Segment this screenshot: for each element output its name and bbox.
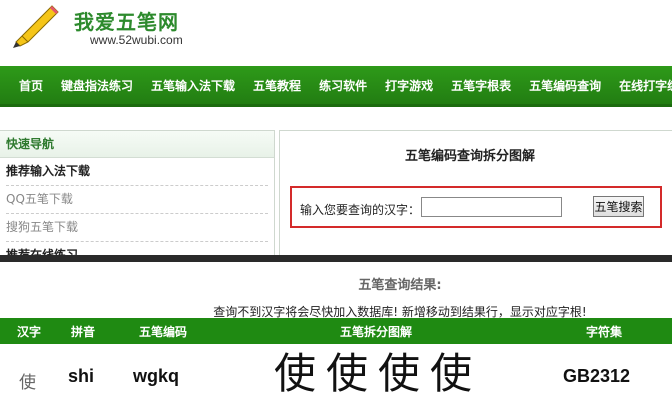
result-pinyin: shi [68, 366, 95, 386]
nav-item-keyboard-practice[interactable]: 键盘指法练习 [53, 77, 141, 94]
sidebar-title: 快速导航 [0, 131, 274, 158]
sidebar-link-qq-wubi[interactable]: QQ五笔下载 [6, 186, 268, 214]
search-label: 输入您要查询的汉字： [300, 203, 421, 217]
nav-item-code-lookup[interactable]: 五笔编码查询 [521, 77, 609, 94]
section-divider [0, 255, 672, 262]
search-input[interactable] [421, 197, 562, 217]
nav-item-root-table[interactable]: 五笔字根表 [443, 77, 519, 94]
lookup-panel: 五笔编码查询拆分图解 输入您要查询的汉字： 五笔搜索 [279, 130, 672, 257]
column-header-charset: 字符集 [586, 325, 623, 339]
site-url[interactable]: www.52wubi.com [90, 33, 183, 47]
site-header: 我爱五笔网 www.52wubi.com [0, 0, 672, 66]
decomp-glyph-1: 使 [274, 349, 316, 396]
panel-title: 五笔编码查询拆分图解 [404, 149, 535, 164]
column-header-char: 汉字 [17, 325, 42, 339]
decomp-glyph-4: 使 [430, 349, 472, 396]
search-button[interactable]: 五笔搜索 [593, 196, 644, 217]
column-header-pinyin: 拼音 [71, 325, 96, 339]
results-heading: 五笔查询结果: [358, 278, 442, 293]
quick-nav-sidebar: 快速导航 推荐输入法下载 QQ五笔下载 搜狗五笔下载 推荐在线练习 [0, 130, 275, 257]
nav-item-tutorial[interactable]: 五笔教程 [245, 77, 309, 94]
nav-item-software[interactable]: 练习软件 [311, 77, 375, 94]
table-row: 使 shi wgkq 使 使 使 使 GB2312 [0, 346, 672, 402]
search-form: 输入您要查询的汉字： 五笔搜索 [290, 186, 662, 228]
sidebar-link-recommended-ime[interactable]: 推荐输入法下载 [6, 158, 268, 186]
column-header-code: 五笔编码 [139, 325, 188, 339]
result-charset: GB2312 [563, 366, 631, 386]
sidebar-link-sogou-wubi[interactable]: 搜狗五笔下载 [6, 214, 268, 242]
decomp-glyph-2: 使 [326, 349, 368, 396]
decomp-glyph-3: 使 [378, 349, 420, 396]
nav-item-typing-games[interactable]: 打字游戏 [377, 77, 441, 94]
pencil-logo-icon[interactable] [10, 2, 60, 50]
nav-item-online-typing[interactable]: 在线打字练 [611, 77, 672, 94]
decomposition-image: 使 使 使 使 [274, 349, 472, 396]
nav-item-ime-download[interactable]: 五笔输入法下载 [143, 77, 243, 94]
result-char: 使 [19, 373, 36, 393]
nav-item-home[interactable]: 首页 [0, 77, 51, 94]
main-nav: 首页 键盘指法练习 五笔输入法下载 五笔教程 练习软件 打字游戏 五笔字根表 五… [0, 66, 672, 107]
results-table-header: 汉字 拼音 五笔编码 五笔拆分图解 字符集 [0, 318, 672, 344]
site-title[interactable]: 我爱五笔网 [74, 6, 179, 35]
result-code: wgkq [133, 366, 180, 386]
column-header-decomposition: 五笔拆分图解 [340, 325, 413, 339]
